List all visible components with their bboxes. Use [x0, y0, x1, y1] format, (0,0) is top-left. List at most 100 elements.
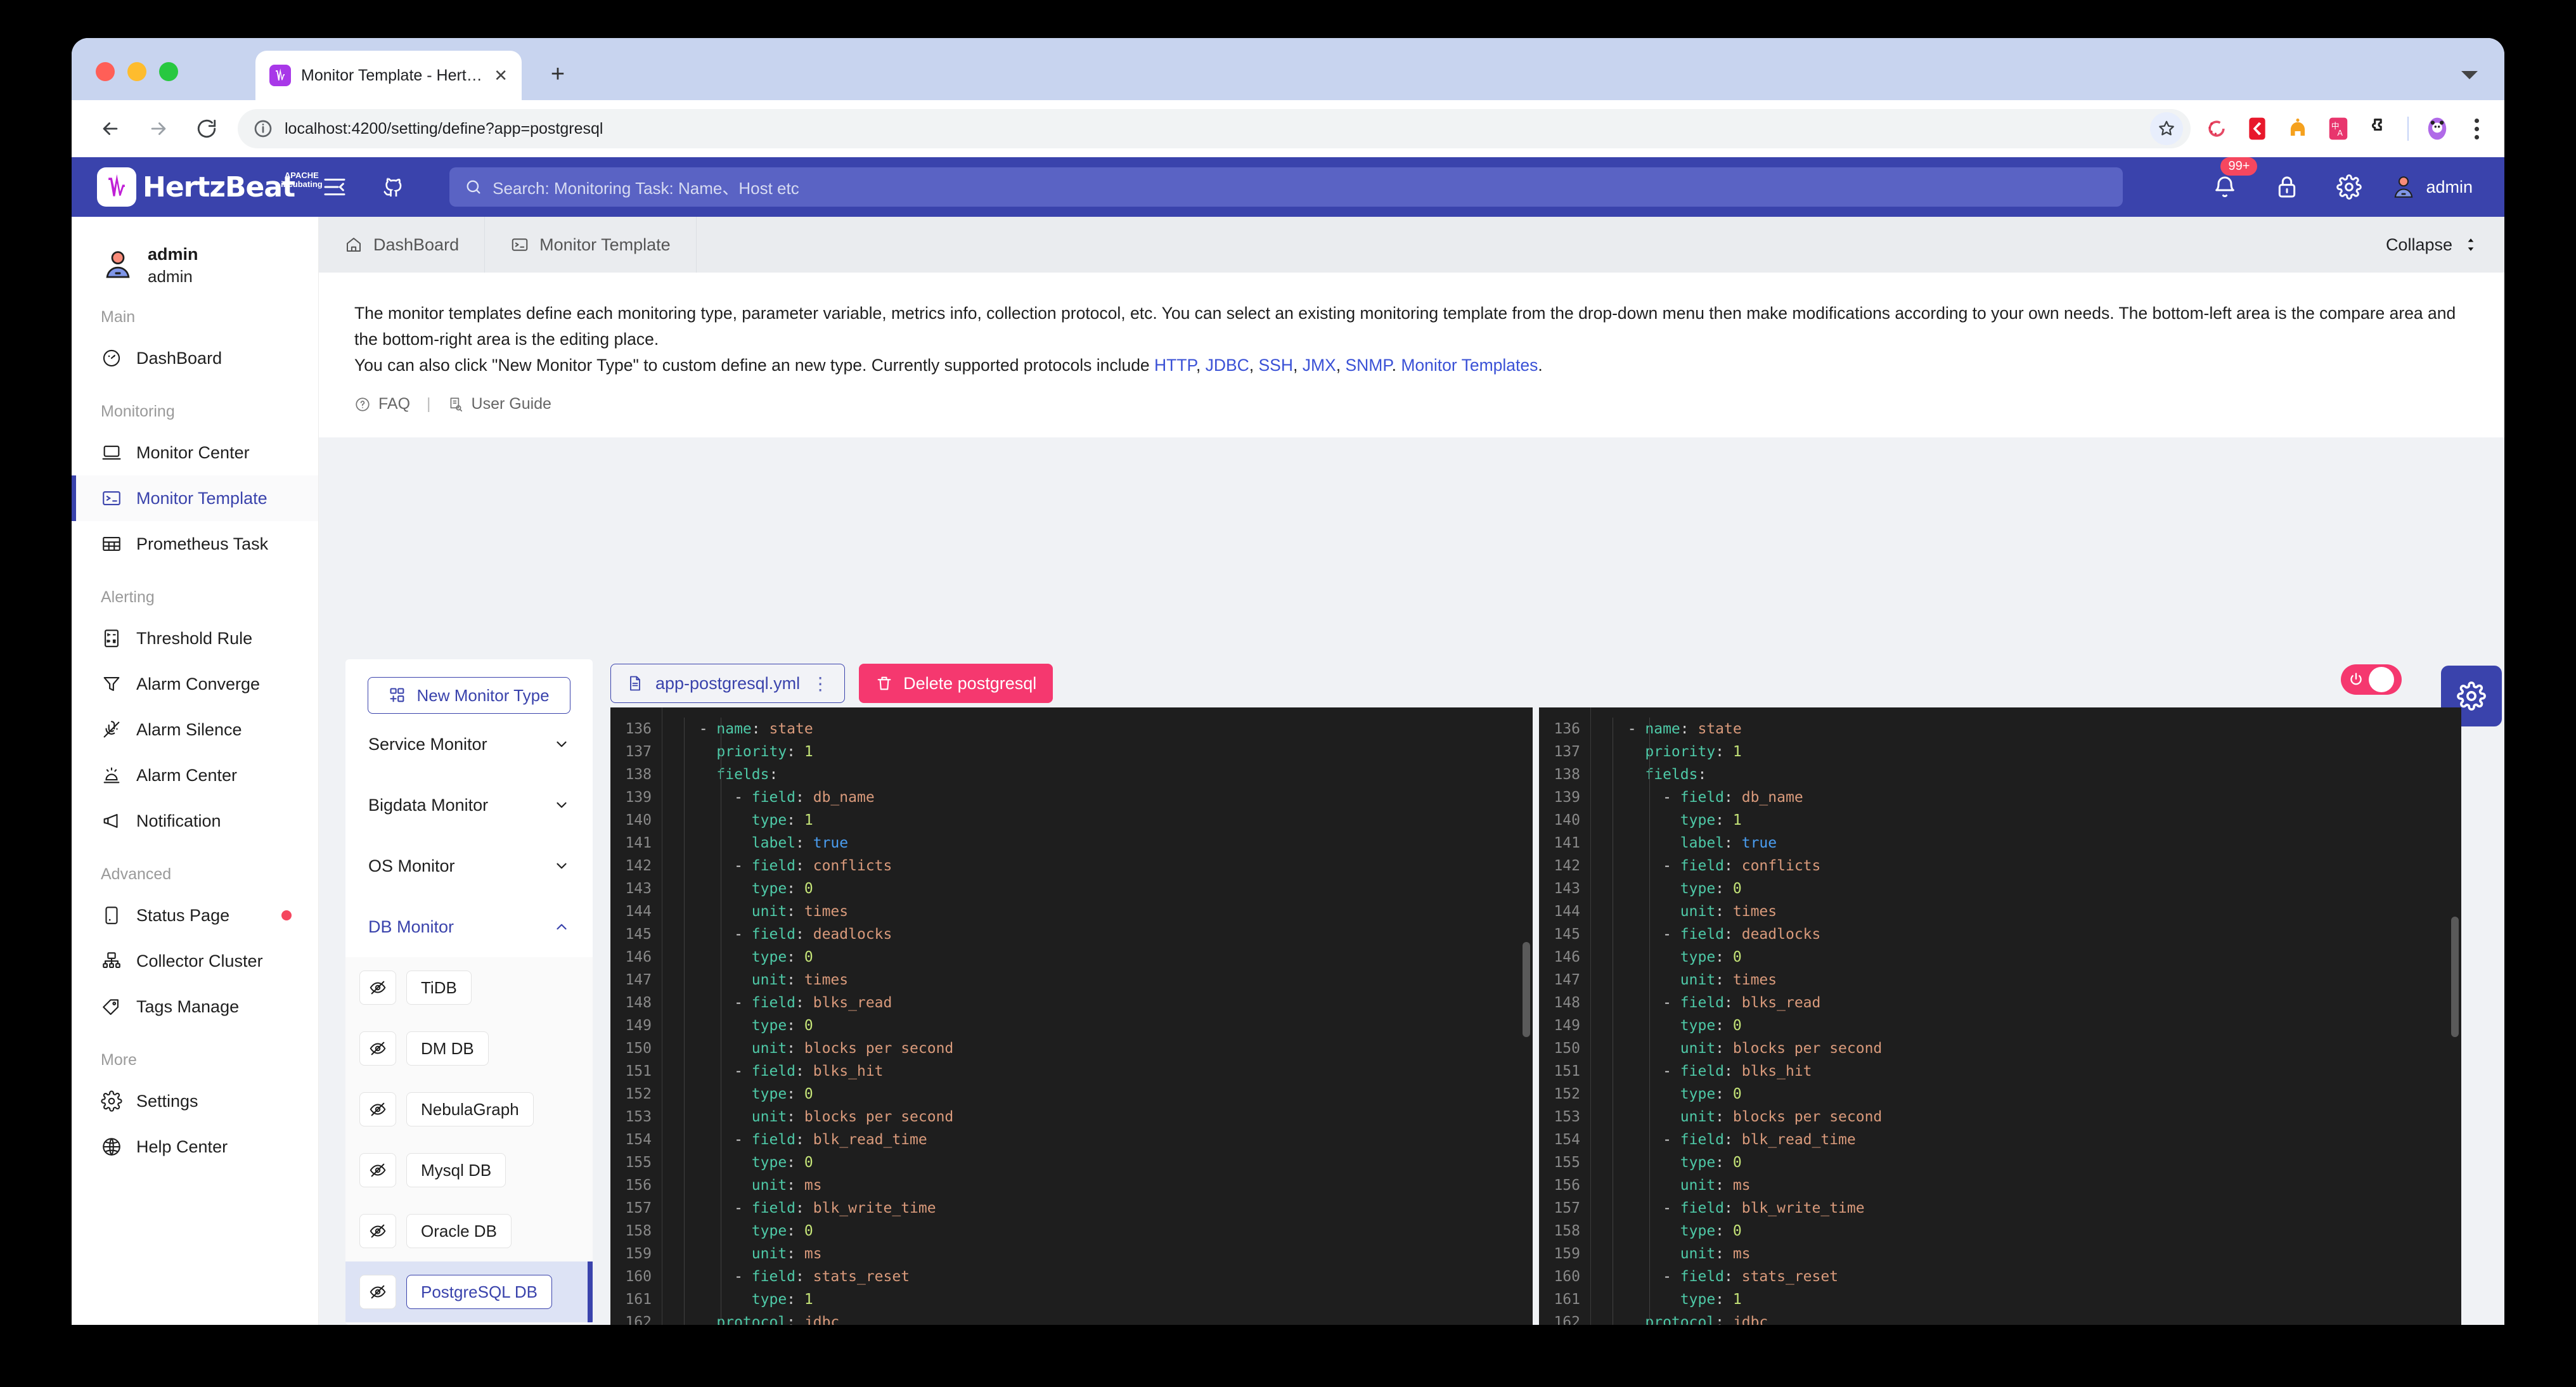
minimize-window-button[interactable]: [127, 62, 146, 81]
line-number: 139: [1539, 786, 1580, 809]
browser-menu-button[interactable]: [2466, 115, 2488, 143]
back-button[interactable]: [88, 106, 132, 151]
forward-button[interactable]: [136, 106, 181, 151]
sidebar-item-status-page[interactable]: Status Page: [72, 893, 318, 938]
maximize-window-button[interactable]: [159, 62, 178, 81]
monitor-type-chip[interactable]: PostgreSQL DB: [406, 1275, 552, 1309]
address-input[interactable]: localhost:4200/setting/define?app=postgr…: [238, 109, 2191, 148]
new-tab-button[interactable]: +: [541, 57, 575, 91]
file-menu-dots-icon[interactable]: ⋮: [811, 673, 829, 694]
toggle-visibility-button[interactable]: [359, 1031, 396, 1066]
extension-red-badge-icon[interactable]: [2245, 117, 2269, 141]
code-line: unit: ms: [1610, 1174, 2461, 1197]
monitor-type-item-dm-db[interactable]: DM DB: [345, 1018, 593, 1079]
monitor-type-chip[interactable]: DM DB: [406, 1031, 489, 1066]
code-pane-edit[interactable]: 1361371381391401411421431441451461471481…: [1539, 707, 2461, 1325]
enable-template-toggle[interactable]: [2341, 664, 2402, 695]
link-snmp[interactable]: SNMP: [1345, 356, 1391, 375]
close-window-button[interactable]: [96, 62, 115, 81]
extension-puzzle-icon[interactable]: [2367, 117, 2391, 141]
global-search-input[interactable]: Search: Monitoring Task: Name、Host etc: [449, 167, 2123, 207]
link-ssh[interactable]: SSH: [1259, 356, 1294, 375]
code-pane-compare[interactable]: 1361371381391401411421431441451461471481…: [610, 707, 1533, 1325]
lock-icon[interactable]: [2269, 169, 2305, 205]
code-pane-scrollbar[interactable]: [1523, 942, 1530, 1037]
monitor-type-group-bigdata-monitor[interactable]: Bigdata Monitor: [345, 775, 593, 835]
extension-helmet-icon[interactable]: [2286, 117, 2310, 141]
bookmark-star-icon[interactable]: [2150, 112, 2183, 145]
sidebar-item-help-center[interactable]: Help Center: [72, 1124, 318, 1170]
sidebar-item-settings[interactable]: Settings: [72, 1078, 318, 1124]
monitor-type-chip[interactable]: Mysql DB: [406, 1153, 506, 1187]
monitor-type-group-label: DB Monitor: [368, 917, 454, 937]
extension-coral-icon[interactable]: [2205, 117, 2229, 141]
code-text[interactable]: - name: state priority: 1 fields: - fiel…: [662, 707, 1533, 1325]
sidebar-item-alarm-center[interactable]: Alarm Center: [72, 752, 318, 798]
sidebar-profile[interactable]: admin admin: [72, 217, 318, 287]
sidebar-item-label: Alarm Converge: [136, 674, 260, 694]
browser-tab[interactable]: Monitor Template - HertzBeat ✕: [255, 51, 522, 100]
sidebar-item-monitor-template[interactable]: Monitor Template: [72, 475, 318, 521]
monitor-type-item-postgresql-db[interactable]: PostgreSQL DB: [345, 1261, 593, 1322]
line-number: 139: [610, 786, 652, 809]
monitor-type-group-db-monitor[interactable]: DB Monitor: [345, 896, 593, 957]
monitor-type-chip[interactable]: TiDB: [406, 971, 472, 1005]
tab-dashboard[interactable]: DashBoard: [319, 217, 485, 273]
line-number: 137: [1539, 740, 1580, 763]
collapse-button[interactable]: Collapse: [2360, 217, 2504, 273]
line-number: 142: [610, 855, 652, 877]
toggle-visibility-button[interactable]: [359, 1092, 396, 1126]
github-icon[interactable]: [375, 169, 411, 205]
sidebar-item-notification[interactable]: Notification: [72, 798, 318, 844]
monitor-type-chip[interactable]: Oracle DB: [406, 1214, 512, 1248]
code-text[interactable]: - name: state priority: 1 fields: - fiel…: [1591, 707, 2461, 1325]
sidebar-item-prometheus-task[interactable]: Prometheus Task: [72, 521, 318, 567]
sidebar-avatar-icon: [101, 248, 135, 283]
sidebar-item-tags-manage[interactable]: Tags Manage: [72, 984, 318, 1029]
yaml-file-selector[interactable]: app-postgresql.yml ⋮: [610, 664, 845, 703]
toggle-visibility-button[interactable]: [359, 971, 396, 1005]
tab-list-chevron-down-icon[interactable]: [2461, 71, 2478, 79]
link-http[interactable]: HTTP: [1154, 356, 1196, 375]
new-monitor-type-button[interactable]: New Monitor Type: [368, 677, 570, 714]
dashboard-icon: [101, 347, 122, 369]
sidebar-profile-sub: admin: [148, 267, 198, 287]
monitor-type-item-oracle-db[interactable]: Oracle DB: [345, 1201, 593, 1261]
link-jmx[interactable]: JMX: [1303, 356, 1336, 375]
profile-avatar-icon[interactable]: [2425, 117, 2449, 141]
code-line: type: 0: [681, 1083, 1533, 1106]
monitor-type-group-service-monitor[interactable]: Service Monitor: [345, 714, 593, 775]
sidebar-item-label: Collector Cluster: [136, 952, 263, 971]
delete-template-button[interactable]: Delete postgresql: [859, 664, 1053, 703]
monitor-type-group-os-monitor[interactable]: OS Monitor: [345, 835, 593, 896]
site-info-icon[interactable]: [253, 119, 273, 139]
sidebar-item-monitor-center[interactable]: Monitor Center: [72, 430, 318, 475]
monitor-type-item-tidb[interactable]: TiDB: [345, 957, 593, 1018]
close-tab-button[interactable]: ✕: [494, 67, 508, 84]
link-jdbc[interactable]: JDBC: [1206, 356, 1249, 375]
code-pane-scrollbar[interactable]: [2451, 917, 2459, 1037]
monitor-type-item-sqlserver-db[interactable]: SqlServer DB: [345, 1322, 593, 1325]
faq-link[interactable]: FAQ: [354, 395, 410, 413]
toggle-visibility-button[interactable]: [359, 1275, 396, 1309]
notifications-bell-icon[interactable]: 99+: [2206, 169, 2243, 205]
app-brand[interactable]: HertzBeat APACHE incubating: [97, 167, 295, 207]
tab-monitor-template[interactable]: Monitor Template: [485, 217, 697, 273]
settings-gear-icon[interactable]: [2331, 169, 2367, 205]
extension-translate-icon[interactable]: 中A: [2326, 117, 2350, 141]
link-monitor-templates[interactable]: Monitor Templates: [1401, 356, 1538, 375]
reload-button[interactable]: [184, 106, 229, 151]
toggle-visibility-button[interactable]: [359, 1214, 396, 1248]
toggle-visibility-button[interactable]: [359, 1153, 396, 1187]
sidebar-item-alarm-silence[interactable]: Alarm Silence: [72, 707, 318, 752]
monitor-type-chip[interactable]: NebulaGraph: [406, 1092, 534, 1126]
sidebar-item-threshold-rule[interactable]: Threshold Rule: [72, 616, 318, 661]
sidebar-item-alarm-converge[interactable]: Alarm Converge: [72, 661, 318, 707]
sidebar-item-collector-cluster[interactable]: Collector Cluster: [72, 938, 318, 984]
line-number: 159: [610, 1242, 652, 1265]
user-menu[interactable]: admin: [2390, 174, 2473, 200]
sidebar-item-dashboard[interactable]: DashBoard: [72, 335, 318, 381]
user-guide-link[interactable]: User Guide: [448, 395, 551, 413]
monitor-type-item-nebulagraph[interactable]: NebulaGraph: [345, 1079, 593, 1140]
monitor-type-item-mysql-db[interactable]: Mysql DB: [345, 1140, 593, 1201]
